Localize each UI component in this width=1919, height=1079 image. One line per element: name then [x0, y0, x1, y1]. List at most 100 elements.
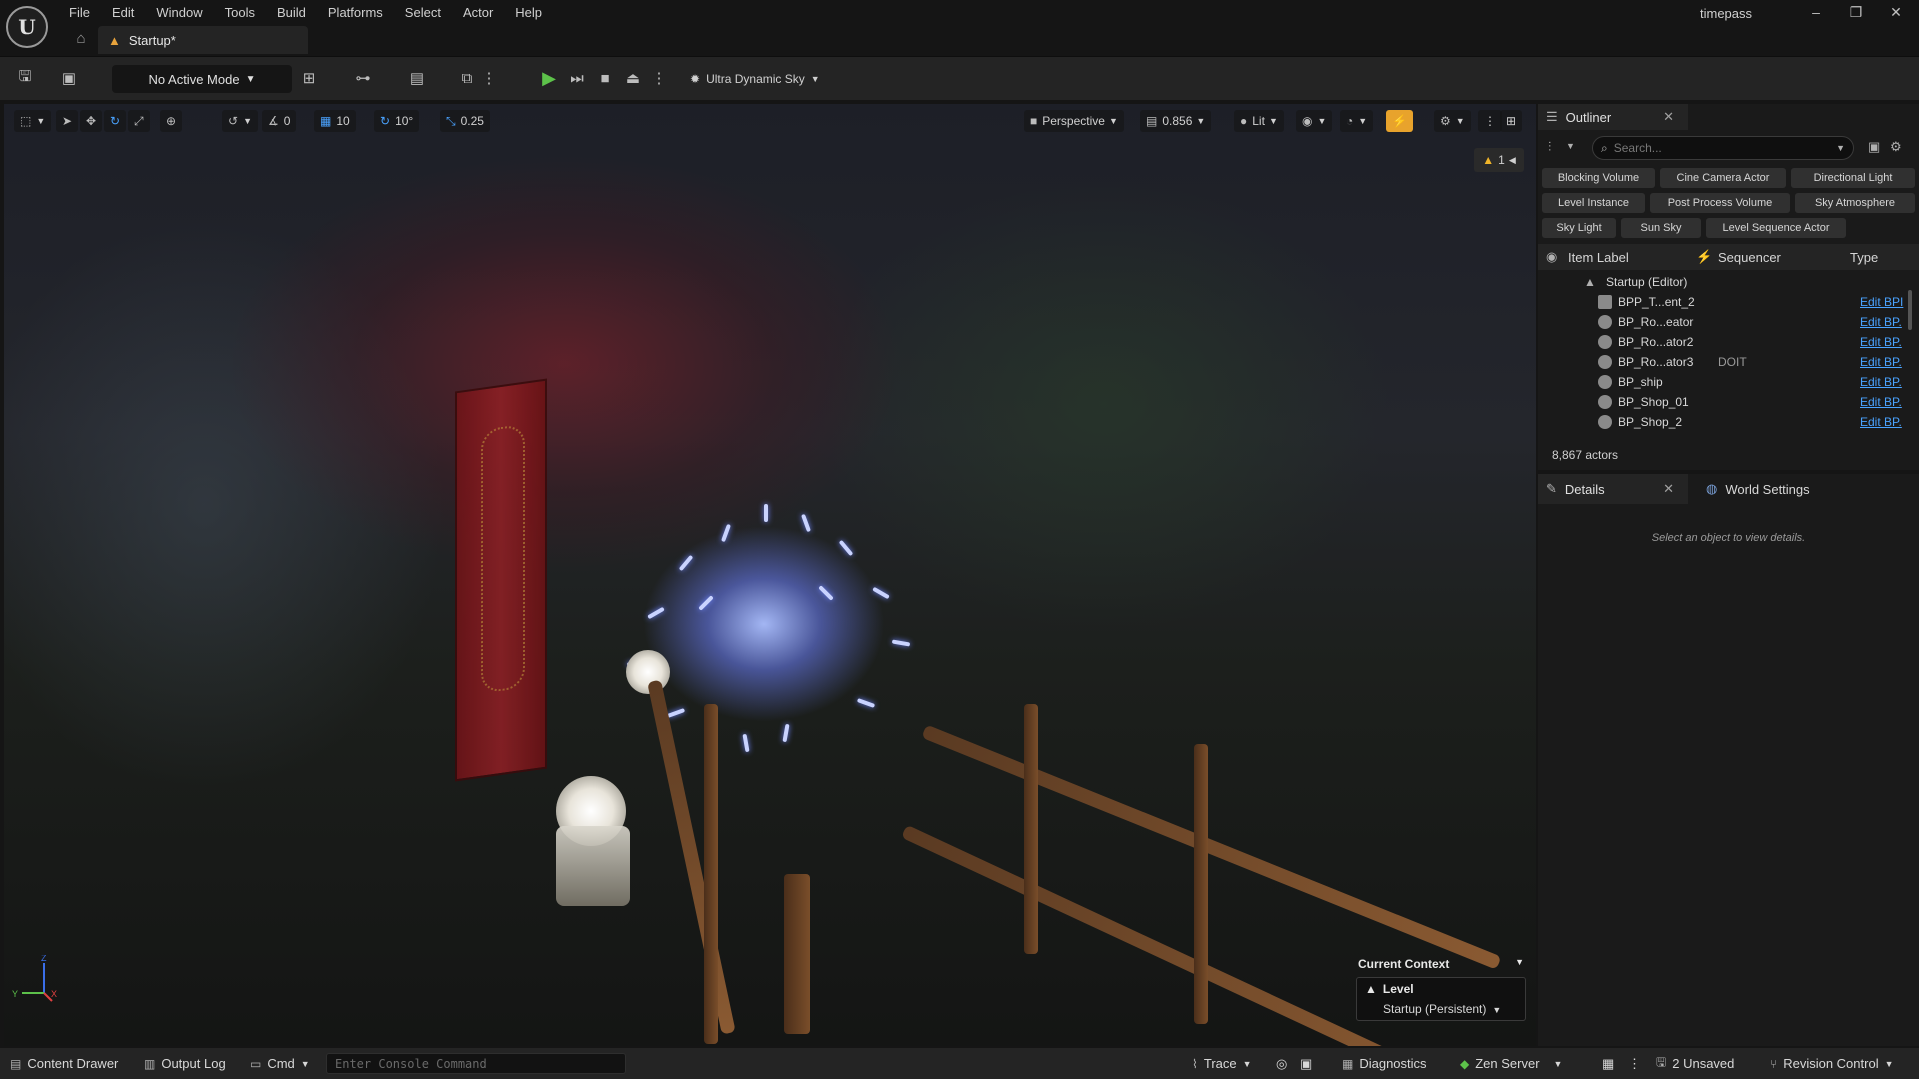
column-sequencer[interactable]: Sequencer: [1718, 250, 1781, 265]
more-options-icon[interactable]: ⋮: [482, 67, 497, 89]
unsaved-button[interactable]: 🖫 2 Unsaved: [1656, 1048, 1734, 1079]
revision-control-dropdown[interactable]: ⑂ Revision Control ▼: [1770, 1048, 1894, 1079]
table-row[interactable]: BP_Shop_01 Edit BP.: [1538, 392, 1919, 412]
close-window-icon[interactable]: ✕: [1876, 0, 1916, 24]
menu-help[interactable]: Help: [504, 5, 553, 20]
filter-icon[interactable]: ⫶: [1548, 139, 1551, 155]
lit-dropdown[interactable]: ● Lit ▼: [1234, 110, 1284, 132]
filter-chip[interactable]: Sky Light: [1542, 218, 1616, 238]
chevron-down-icon[interactable]: ▼: [1515, 957, 1524, 971]
unreal-logo[interactable]: U: [6, 6, 48, 48]
table-row[interactable]: BP_ship Edit BP.: [1538, 372, 1919, 392]
row-type-link[interactable]: Edit BP.: [1860, 315, 1902, 329]
play-icon[interactable]: ▶: [538, 67, 560, 89]
record-icon[interactable]: ◎: [1276, 1048, 1287, 1079]
output-log-button[interactable]: ▥ Output Log: [144, 1048, 226, 1079]
column-item-label[interactable]: Item Label: [1568, 250, 1629, 265]
menu-window[interactable]: Window: [145, 5, 213, 20]
menu-select[interactable]: Select: [394, 5, 452, 20]
chevron-down-icon[interactable]: ▼: [1566, 141, 1575, 151]
table-row[interactable]: BPP_T...ent_2 Edit BPI: [1538, 292, 1919, 312]
filter-chip[interactable]: Cine Camera Actor: [1660, 168, 1786, 188]
level-selector[interactable]: Startup (Persistent) ▼: [1383, 1002, 1517, 1016]
show-flags-dropdown[interactable]: ◉ ▼: [1296, 110, 1333, 132]
rotate-tool-button[interactable]: ↻: [104, 110, 127, 132]
menu-platforms[interactable]: Platforms: [317, 5, 394, 20]
platforms-icon[interactable]: ⧉: [456, 67, 478, 89]
column-type[interactable]: Type: [1850, 250, 1878, 265]
home-icon[interactable]: ⌂: [72, 30, 90, 48]
console-command-input[interactable]: Enter Console Command: [326, 1053, 626, 1074]
blueprint-icon[interactable]: ⊶: [348, 67, 378, 89]
eye-icon[interactable]: ◉: [1546, 249, 1557, 265]
zen-server-dropdown[interactable]: ◆ Zen Server ▼: [1460, 1048, 1562, 1079]
filter-chip[interactable]: Level Instance: [1542, 193, 1645, 213]
viewport-settings-dropdown[interactable]: ⚙ ▼: [1434, 110, 1471, 132]
filter-chip[interactable]: Blocking Volume: [1542, 168, 1655, 188]
menu-build[interactable]: Build: [266, 5, 317, 20]
surface-snap-dropdown[interactable]: ↺ ▼: [222, 110, 258, 132]
trace-dropdown[interactable]: ⌇ Trace ▼: [1192, 1048, 1252, 1079]
cmd-dropdown[interactable]: ▭ Cmd ▼: [250, 1048, 310, 1079]
row-type-link[interactable]: Edit BP.: [1860, 335, 1902, 349]
table-row[interactable]: BP_Ro...ator3 DOIT Edit BP.: [1538, 352, 1919, 372]
content-drawer-button[interactable]: ▤ Content Drawer: [10, 1048, 118, 1079]
viewport-layout-button[interactable]: ⊞: [1500, 110, 1523, 132]
outliner-search-input[interactable]: ⌕ Search... ▼: [1592, 136, 1854, 160]
viewport-options-button[interactable]: ⋮: [1478, 110, 1502, 132]
tab-details[interactable]: ✎ Details ✕: [1538, 474, 1688, 504]
close-icon[interactable]: ✕: [1663, 481, 1674, 497]
document-tab-startup[interactable]: ▲ Startup*: [98, 26, 308, 54]
world-local-button[interactable]: ⊕: [160, 110, 183, 132]
table-row[interactable]: BP_Shop_2 Edit BP.: [1538, 412, 1919, 432]
mode-dropdown[interactable]: No Active Mode ▼: [112, 65, 292, 93]
select-tool-button[interactable]: ➤: [56, 110, 79, 132]
filter-chip[interactable]: Directional Light: [1791, 168, 1915, 188]
translate-tool-button[interactable]: ✥: [80, 110, 103, 132]
scalability-dropdown[interactable]: ◔ ▼: [1340, 110, 1374, 132]
menu-actor[interactable]: Actor: [452, 5, 504, 20]
derived-data-icon[interactable]: ▦: [1602, 1048, 1614, 1079]
select-mode-dropdown[interactable]: ⬚ ▼: [14, 110, 52, 132]
cinematics-icon[interactable]: ▤: [402, 67, 432, 89]
close-icon[interactable]: ✕: [1663, 109, 1674, 125]
diagnostics-button[interactable]: ▦ Diagnostics: [1342, 1048, 1427, 1079]
minimize-icon[interactable]: –: [1796, 0, 1836, 24]
browse-icon[interactable]: ▣: [58, 67, 80, 89]
menu-edit[interactable]: Edit: [101, 5, 145, 20]
table-row[interactable]: BP_Ro...ator2 Edit BP.: [1538, 332, 1919, 352]
ultra-dynamic-sky-button[interactable]: ✹ Ultra Dynamic Sky ▼: [690, 67, 820, 91]
stop-icon[interactable]: ■: [594, 67, 616, 89]
row-type-link[interactable]: Edit BP.: [1860, 375, 1902, 389]
gear-icon[interactable]: ⚙: [1890, 139, 1902, 155]
rotation-snap-dropdown[interactable]: ↻ 10°: [374, 110, 420, 132]
save-icon[interactable]: 🖫: [14, 67, 36, 89]
table-row[interactable]: BP_Ro...eator Edit BP.: [1538, 312, 1919, 332]
eject-icon[interactable]: ⏏: [622, 67, 644, 89]
row-type-link[interactable]: Edit BP.: [1860, 355, 1902, 369]
row-type-link[interactable]: Edit BP.: [1860, 415, 1902, 429]
restore-icon[interactable]: ❐: [1836, 0, 1876, 24]
status-options-icon[interactable]: ⋮: [1628, 1048, 1641, 1079]
play-options-icon[interactable]: ⋮: [652, 67, 667, 89]
filter-chip[interactable]: Level Sequence Actor: [1706, 218, 1846, 238]
perspective-dropdown[interactable]: ■ Perspective ▼: [1024, 110, 1124, 132]
add-actor-icon[interactable]: ⊞: [294, 67, 324, 89]
level-viewport[interactable]: Z Y X: [4, 104, 1536, 1046]
advance-frame-icon[interactable]: ⏭: [566, 67, 588, 89]
warnings-badge[interactable]: ▲ 1 ◀: [1474, 148, 1524, 172]
scale-tool-button[interactable]: ⤢: [128, 110, 150, 132]
row-type-link[interactable]: Edit BP.: [1860, 395, 1902, 409]
filter-chip[interactable]: Post Process Volume: [1650, 193, 1790, 213]
tab-outliner[interactable]: ☰ Outliner ✕: [1538, 104, 1688, 130]
camera-speed-dropdown[interactable]: ▤ 0.856 ▼: [1140, 110, 1212, 132]
menu-tools[interactable]: Tools: [214, 5, 266, 20]
tree-root[interactable]: ▲ Startup (Editor): [1538, 272, 1919, 292]
outliner-scrollbar[interactable]: [1908, 290, 1912, 330]
tab-world-settings[interactable]: ◍ World Settings: [1706, 474, 1810, 504]
angle-snap-dropdown[interactable]: ∡ 0: [262, 110, 297, 132]
scale-snap-dropdown[interactable]: ⤡ 0.25: [440, 110, 490, 132]
add-folder-icon[interactable]: ▣: [1868, 139, 1880, 155]
screenshot-icon[interactable]: ▣: [1300, 1048, 1312, 1079]
filter-chip[interactable]: Sun Sky: [1621, 218, 1701, 238]
